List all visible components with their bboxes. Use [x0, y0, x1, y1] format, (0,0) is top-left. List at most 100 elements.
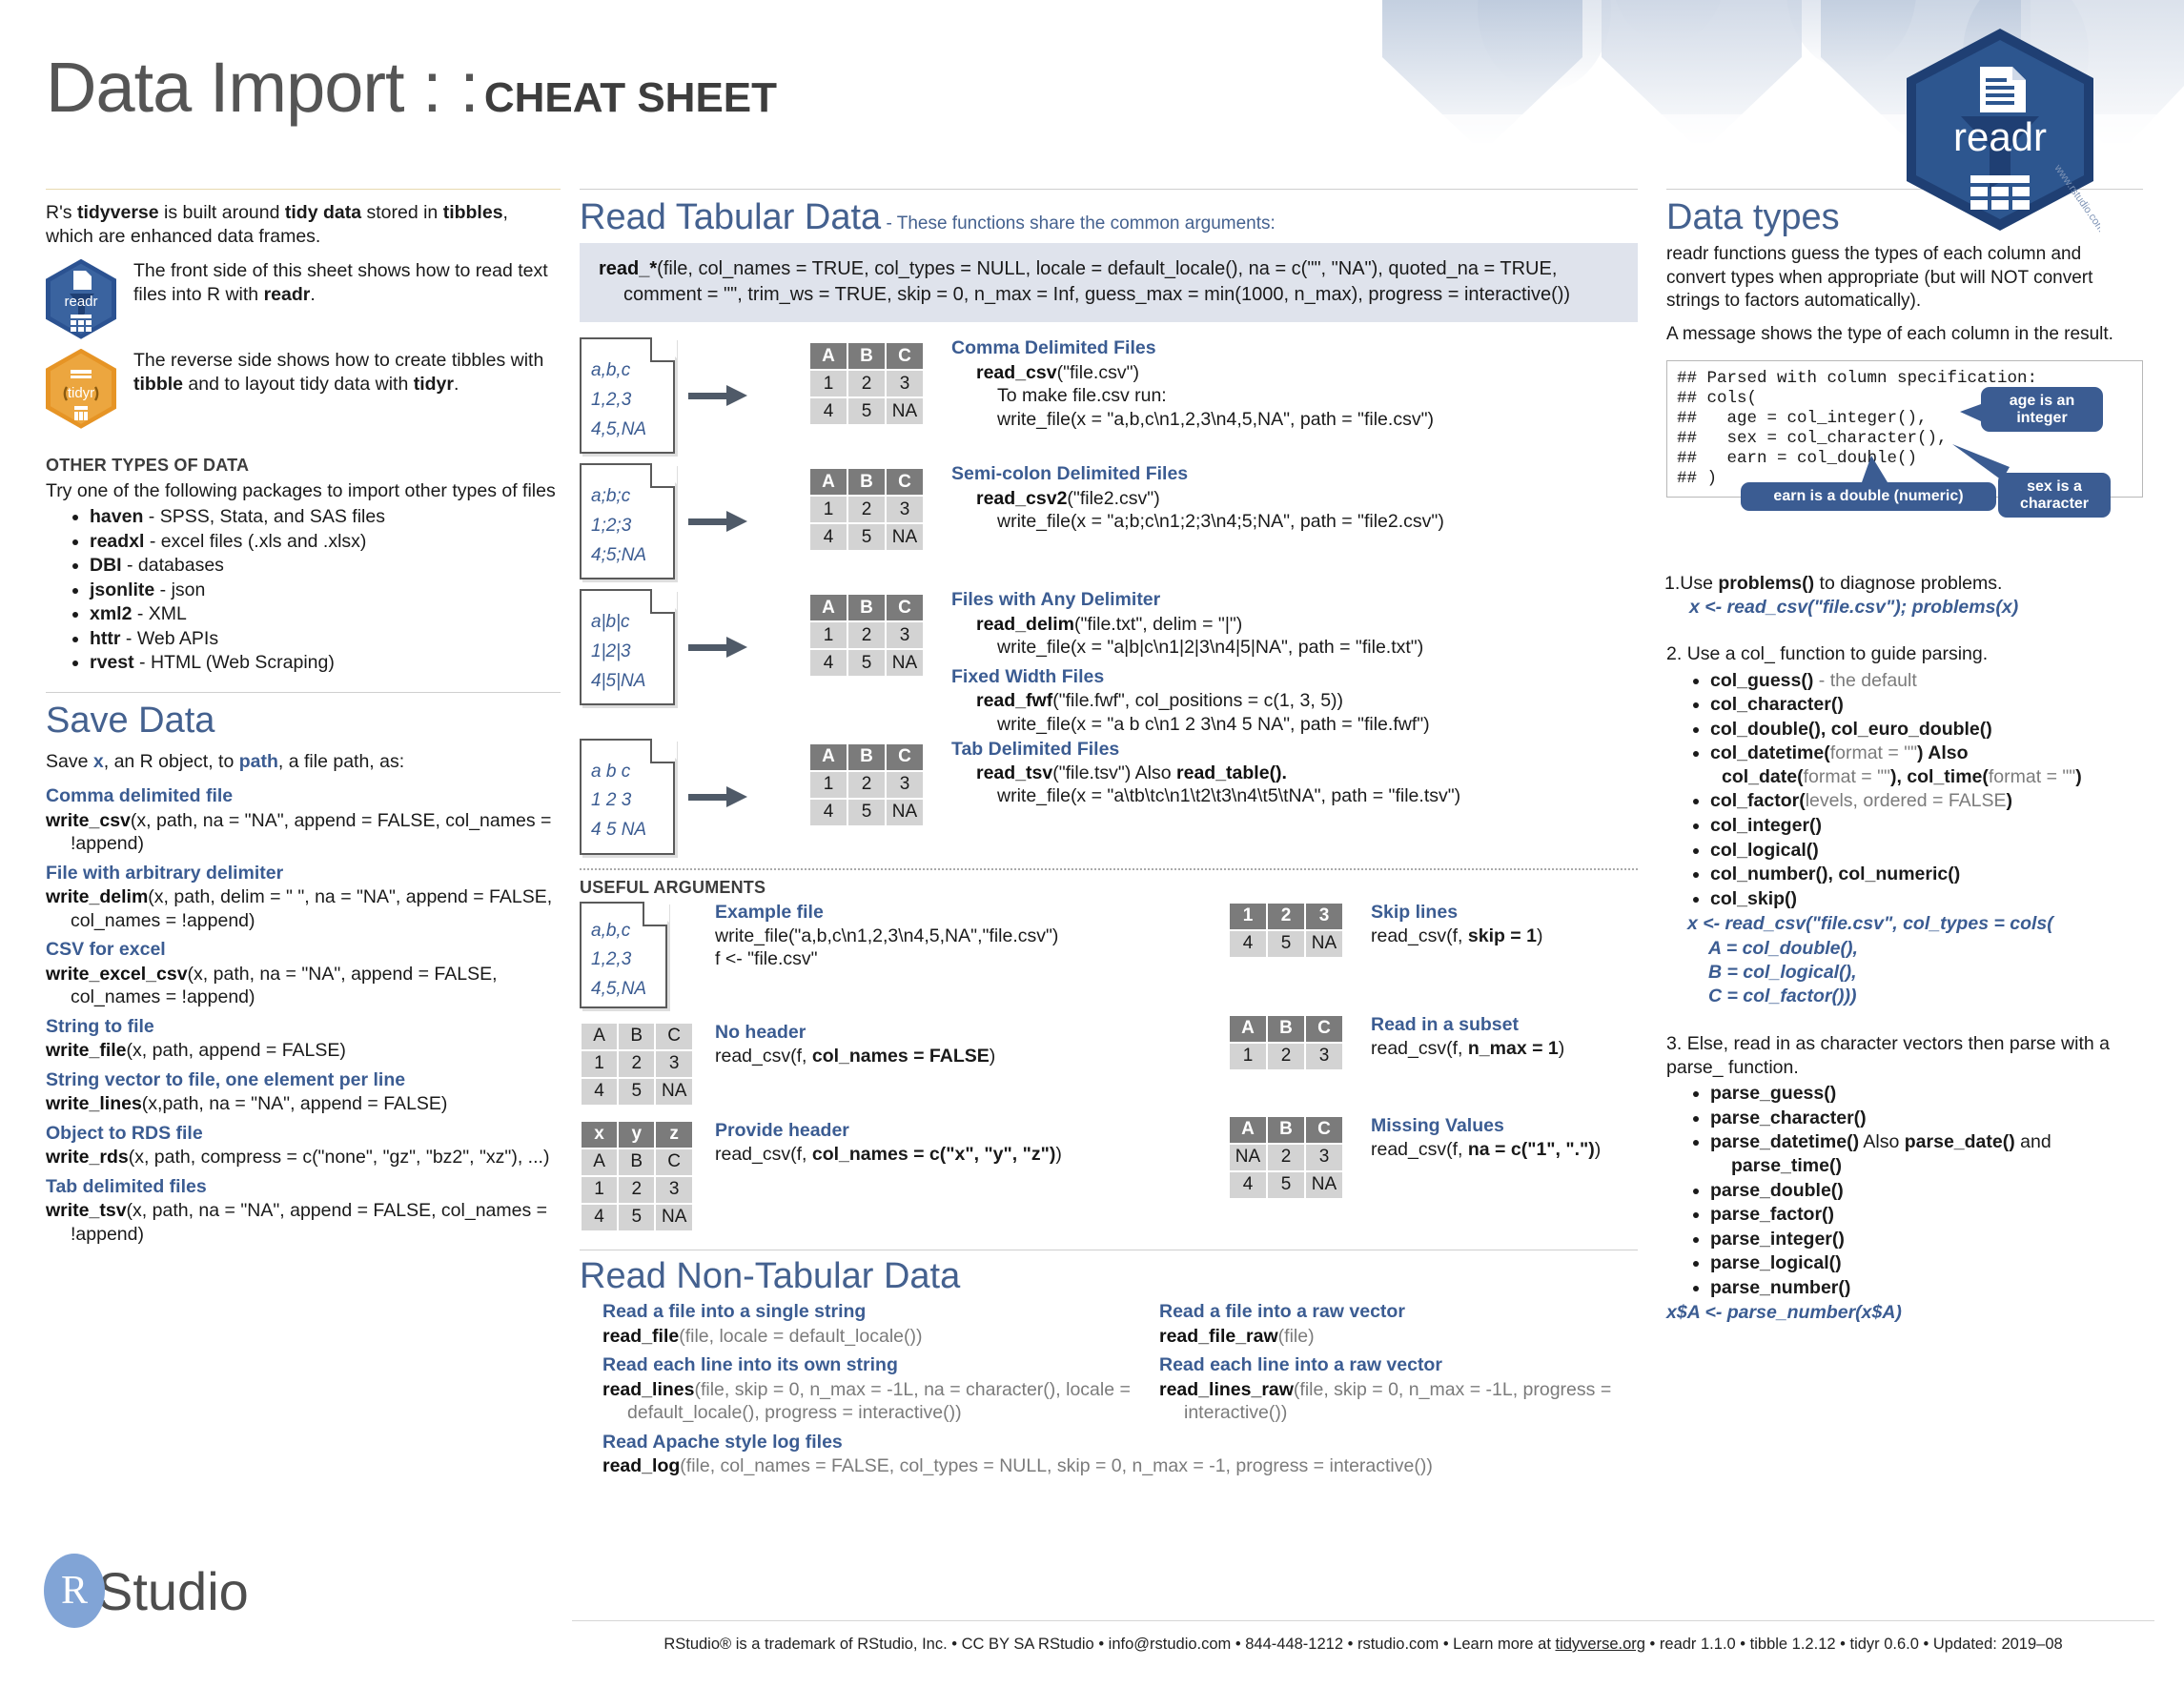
entry-heading: No header — [715, 1021, 806, 1043]
tidyr-blurb: The reverse side shows how to create tib… — [133, 349, 561, 397]
intro-tibbles: tibbles — [442, 202, 503, 223]
common-arguments-code: read_*read_*(file, col_names = TRUE, col… — [599, 257, 1571, 305]
save-data-entry: File with arbitrary delimiter write_deli… — [46, 863, 561, 933]
list-item: col_number(), col_numeric() — [1710, 863, 2143, 886]
step-2-code-3: B = col_logical(), — [1708, 961, 1857, 983]
list-item: col_guess() - the default — [1710, 669, 2143, 693]
list-item: parse_factor() — [1710, 1203, 2143, 1227]
tabular-row: a|b|c 1|2|3 4|5|NA ABC 123 4 5 NA Files with… — [580, 587, 1638, 736]
entry-code: write_lines(x,path, na = "NA", append = … — [46, 1093, 448, 1115]
save-data-entry: String to file write_file(x, path, appen… — [46, 1016, 561, 1063]
data-types-para-2: A message shows the type of each column … — [1666, 323, 2113, 344]
file-icon: a b c1 2 34 5 NA — [580, 736, 677, 855]
step-3-code: x$A <- parse_number(x$A) — [1666, 1302, 1902, 1324]
common-arguments-box: read_*read_*(file, col_names = TRUE, col… — [580, 242, 1638, 323]
read-non-tabular-title: Read Non-Tabular Data — [580, 1255, 961, 1296]
useful-arg-item: ABC 123 4 5 NA No header read_csv(f, col_n… — [580, 1022, 1209, 1107]
entry-heading: Example file — [715, 901, 824, 923]
file-icon: a;b;c 1;2;3 4;5;NA — [580, 461, 677, 580]
entry-code: read_log(file, col_names = FALSE, col_ty… — [602, 1455, 1433, 1477]
list-item: parse_double() — [1710, 1179, 2143, 1203]
footer-legal: ® is a trademark of RStudio, Inc. • CC B… — [720, 1636, 1556, 1653]
entry-code: read_fwf("file.fwf", col_positions = c(1… — [976, 690, 1344, 712]
save-data-entry: String vector to file, one element per l… — [46, 1069, 561, 1116]
save-data-entry: Comma delimited file write_csv(x, path, … — [46, 785, 561, 856]
tidyr-hex-label: tidyr — [67, 384, 95, 401]
entry-extra: write_file(x = "a\tb\tc\n1\t2\t3\n4\t5\t… — [997, 785, 1461, 807]
entry-heading: CSV for excel — [46, 939, 166, 961]
tidyr-hex-icon-small: tidyr — [46, 348, 116, 429]
entry-heading: Object to RDS file — [46, 1122, 203, 1144]
entry-code: read_lines_raw(file, skip = 0, n_max = -… — [1159, 1378, 1612, 1424]
footer-versions: • readr 1.1.0 • tibble 1.2.12 • tidyr 0.… — [1644, 1636, 2063, 1653]
entry-code: read_tsv("file.tsv") Also read_table(). — [976, 762, 1287, 783]
useful-arg-item: a,b,c 1,2,3 4,5,NA Example file write_file… — [580, 899, 1209, 1008]
result-table: ABC 123 — [1228, 1014, 1344, 1071]
tidyr-blurb-bold2: tidyr — [413, 374, 454, 396]
result-table: ABC 123 4 5 NA — [808, 467, 925, 552]
divider-save-data — [46, 691, 561, 693]
list-item: parse_logical() — [1710, 1251, 2143, 1275]
list-item: readxl - excel files (.xls and .xlsx) — [90, 530, 561, 554]
parse-function-list: parse_guess() parse_character() parse_da… — [1666, 1082, 2143, 1299]
entry-code: read_delim("file.txt", delim = "|") — [976, 613, 1243, 635]
step-2-code-1: x <- read_csv("file.csv", col_types = co… — [1687, 913, 2053, 935]
other-types-heading: OTHER TYPES OF DATA — [46, 455, 250, 475]
step-3-text: 3. Else, read in as character vectors th… — [1666, 1032, 2110, 1079]
list-item: parse_guess() — [1710, 1082, 2143, 1106]
entry-code: write_tsv(x, path, na = "NA", append = F… — [46, 1200, 548, 1245]
entry-heading: Files with Any Delimiter — [951, 589, 1161, 611]
rstudio-logo: R Studio — [44, 1554, 249, 1628]
result-table: ABC NA 2 3 4 5 NA — [1228, 1115, 1344, 1200]
entry-code: read_csv(f, skip = 1) — [1371, 925, 1543, 946]
footer-divider — [572, 1620, 2154, 1621]
list-item: col_factor(levels, ordered = FALSE) — [1710, 789, 2143, 813]
readr-blurb-end: . — [310, 284, 316, 306]
entry-code: read_csv(f, col_names = FALSE) — [715, 1045, 996, 1067]
footer-tidyverse-link[interactable]: tidyverse.org — [1555, 1636, 1644, 1653]
entry-extra: write_file(x = "a b c\n1 2 3\n4 5 NA", p… — [997, 713, 1430, 735]
divider-gold — [46, 189, 561, 190]
file-icon: a,b,c 1,2,3 4,5,NA — [580, 335, 677, 455]
entry-heading: Provide header — [715, 1119, 849, 1141]
step-1: 1.Use problems() to diagnose problems. x… — [1664, 572, 2143, 620]
entry-note: To make file.csv run: — [997, 385, 1167, 407]
entry-extra: write_file(x = "a;b;c\n1;2;3\n4;5;NA", p… — [997, 511, 1444, 533]
entry-code: read_lines(file, skip = 0, n_max = -1L, … — [602, 1378, 1131, 1424]
list-item: httr - Web APIs — [90, 627, 561, 651]
readr-blurb: The front side of this sheet shows how t… — [133, 259, 561, 308]
arrow-icon — [688, 385, 747, 407]
svg-text:readr: readr — [1953, 114, 2047, 159]
result-table: ABC 123 4 5 NA — [580, 1022, 694, 1107]
file-icon: a|b|c 1|2|3 4|5|NA — [580, 587, 677, 706]
step-1-code: x <- read_csv("file.csv"); problems(x) — [1689, 596, 2019, 618]
title-sub: CHEAT SHEET — [483, 74, 778, 121]
useful-arguments-heading: USEFUL ARGUMENTS — [580, 877, 766, 897]
entry-extra: write_file(x = "a,b,c\n1,2,3\n4,5,NA", p… — [997, 409, 1434, 430]
intro-text-2: is built around — [158, 202, 285, 223]
footer-rstudio: RStudio — [663, 1636, 721, 1653]
readr-hex-label: readr — [64, 293, 98, 310]
tidyr-blurb-text: The reverse side shows how to create tib… — [133, 349, 544, 371]
non-tabular-grid: Read a file into a single string read_fi… — [580, 1301, 1638, 1477]
step-2-text: 2. Use a col_ function to guide parsing. — [1666, 643, 1989, 665]
callout-sex: sex is a character — [1998, 472, 2111, 518]
entry-code-2: f <- "file.csv" — [715, 948, 818, 970]
list-item: col_datetime(format = "") Also col_date(… — [1710, 742, 2143, 788]
save-data-entry: CSV for excel write_excel_csv(x, path, n… — [46, 939, 561, 1009]
intro-tidydata: tidy data — [284, 202, 362, 223]
step-2-code-4: C = col_factor())) — [1708, 986, 1857, 1007]
list-item: parse_integer() — [1710, 1228, 2143, 1251]
entry-code: write_file(x, path, append = FALSE) — [46, 1040, 346, 1062]
read-tabular-subtitle: - These functions share the common argum… — [881, 213, 1276, 234]
entry-heading: Comma Delimited Files — [951, 337, 1156, 359]
entry-code: read_file_raw(file) — [1159, 1325, 1315, 1347]
read-tabular-title: Read Tabular Data - These functions shar… — [580, 198, 1638, 237]
entry-heading: Read a file into a raw vector — [1159, 1301, 1405, 1323]
save-data-entry: Object to RDS file write_rds(x, path, co… — [46, 1123, 561, 1169]
entry-heading: String vector to file, one element per l… — [46, 1068, 406, 1090]
tidyr-blurb-mid: and to layout tidy data with — [183, 374, 414, 396]
tabular-row: a b c1 2 34 5 NA ABC 123 4 5 NA Tab Delimi… — [580, 736, 1638, 855]
step-3: 3. Else, read in as character vectors th… — [1666, 1032, 2143, 1326]
readr-hex-icon-small: readr — [46, 258, 116, 339]
